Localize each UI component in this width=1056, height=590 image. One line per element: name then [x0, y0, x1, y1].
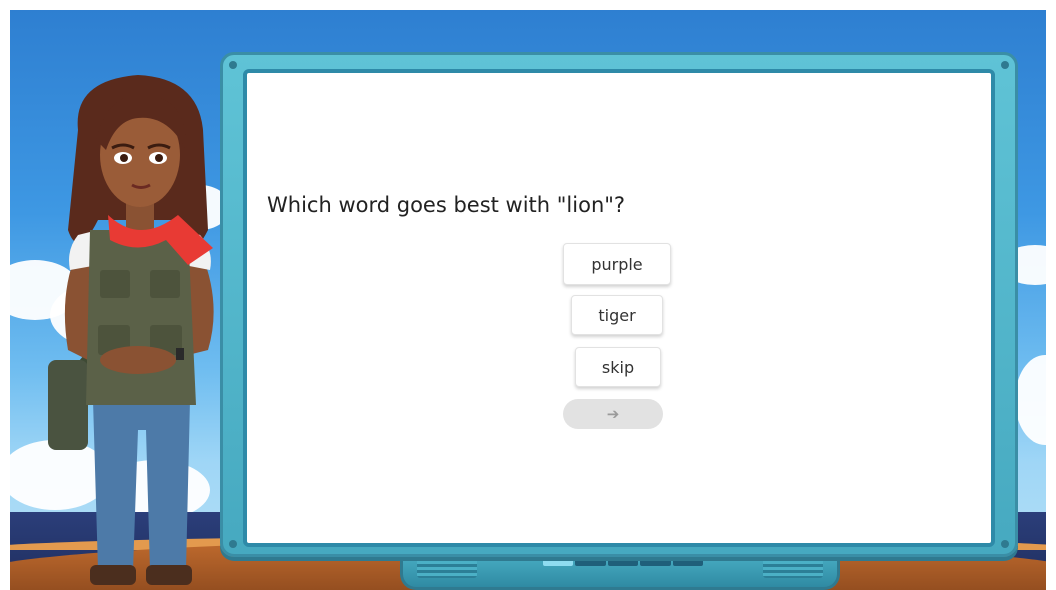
- vent: [763, 558, 823, 578]
- choice-button-purple[interactable]: purple: [563, 243, 671, 285]
- progress-segment: [607, 558, 639, 566]
- progress-segment: [672, 558, 704, 566]
- question-text: Which word goes best with "lion"?: [267, 193, 626, 217]
- arrow-right-icon: ➔: [606, 405, 620, 423]
- progress-segment: [640, 558, 671, 566]
- choice-button-skip[interactable]: skip: [575, 347, 661, 387]
- progress-segment: [575, 558, 606, 566]
- guide-character: [48, 75, 214, 585]
- choice-button-tiger[interactable]: tiger: [571, 295, 663, 335]
- vent: [417, 558, 477, 578]
- bolt: [229, 61, 237, 69]
- bolt: [1001, 540, 1009, 548]
- lesson-stage: Which word goes best with "lion"? purple…: [10, 10, 1046, 590]
- board-frame: Which word goes best with "lion"? purple…: [220, 52, 1018, 557]
- bolt: [1001, 61, 1009, 69]
- question-board: Which word goes best with "lion"? purple…: [243, 69, 995, 547]
- cloud: [1015, 355, 1046, 445]
- progress-segment: [543, 558, 574, 566]
- progress-indicator: [543, 558, 704, 566]
- next-button[interactable]: ➔: [563, 399, 663, 429]
